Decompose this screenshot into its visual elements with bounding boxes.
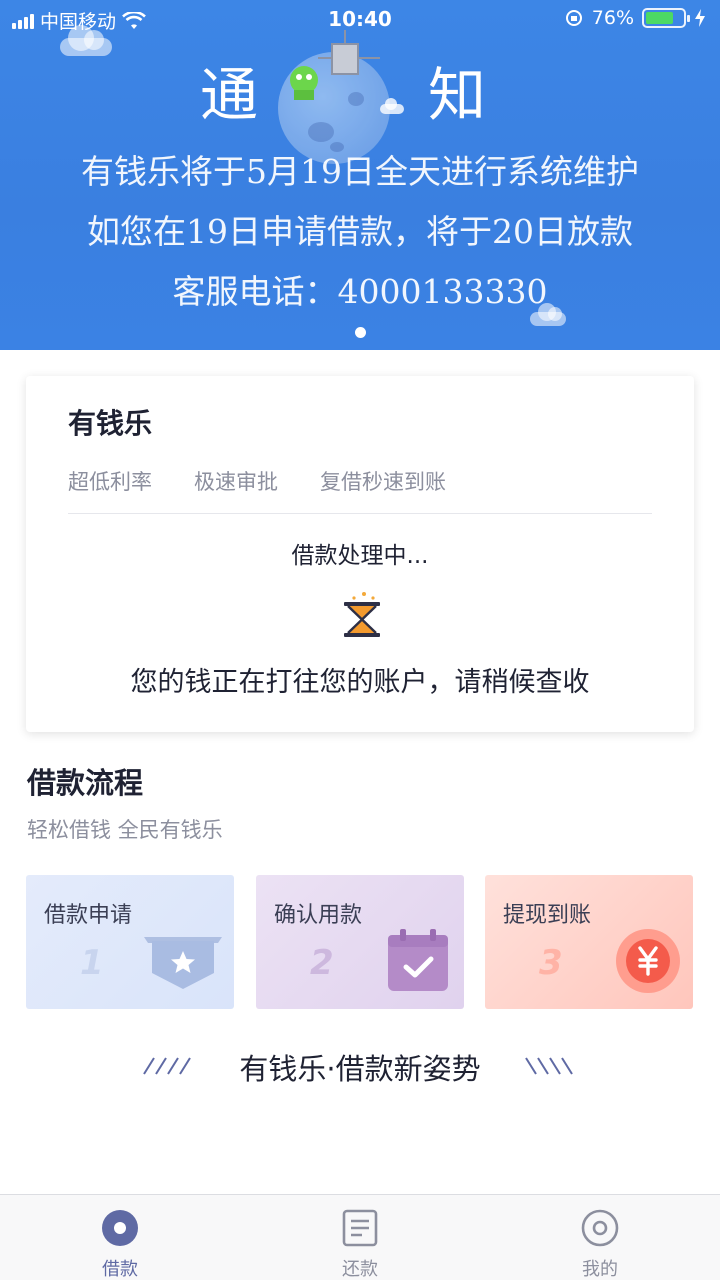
step-number: 2 bbox=[310, 943, 334, 983]
cloud-decoration bbox=[530, 303, 566, 326]
calendar-check-icon bbox=[388, 929, 448, 991]
notice-title-right: 知 bbox=[428, 61, 487, 129]
step-number: 1 bbox=[80, 943, 104, 983]
notice-line-3: 客服电话：4000133330 bbox=[172, 272, 548, 311]
notice-banner[interactable]: 中国移动 10:40 76% 通 知 有钱乐将于5月19日全天进行系统维护 如您… bbox=[0, 0, 720, 350]
step-label: 借款申请 bbox=[44, 903, 133, 928]
process-title: 借款流程 bbox=[27, 766, 144, 800]
notice-title-left: 通 bbox=[200, 61, 259, 129]
profile-icon bbox=[581, 1209, 619, 1247]
divider bbox=[68, 513, 652, 514]
tab-repay[interactable]: 还款 bbox=[240, 1195, 480, 1280]
step-label: 提现到账 bbox=[503, 903, 592, 928]
battery-icon bbox=[642, 8, 690, 28]
tab-loan[interactable]: 借款 bbox=[0, 1195, 240, 1280]
rotation-lock-icon bbox=[565, 10, 582, 26]
status-bar: 中国移动 10:40 76% bbox=[0, 0, 720, 40]
carousel-indicator[interactable] bbox=[355, 327, 366, 338]
badge-star-icon bbox=[144, 937, 222, 989]
tab-label: 我的 bbox=[582, 1259, 618, 1280]
step-withdraw: 提现到账 3 bbox=[485, 875, 693, 1009]
card-title: 有钱乐 bbox=[68, 407, 153, 440]
process-subtitle: 轻松借钱 全民有钱乐 bbox=[27, 818, 223, 842]
tab-label: 还款 bbox=[342, 1259, 378, 1280]
step-label: 确认用款 bbox=[274, 903, 363, 928]
feature-tag: 超低利率 bbox=[68, 470, 152, 494]
feature-tag: 复借秒速到账 bbox=[320, 470, 446, 494]
tab-label: 借款 bbox=[102, 1259, 138, 1280]
loan-status-card: 有钱乐 超低利率 极速审批 复借秒速到账 借款处理中... 您的钱正在打往您的账… bbox=[26, 376, 694, 732]
tab-profile[interactable]: 我的 bbox=[480, 1195, 720, 1280]
repay-document-icon bbox=[342, 1209, 378, 1247]
loan-status-text: 借款处理中... bbox=[291, 543, 429, 569]
slogan: 有钱乐·借款新姿势 bbox=[239, 1052, 481, 1086]
notice-line-2: 如您在19日申请借款，将于20日放款 bbox=[87, 212, 633, 251]
cloud-decoration bbox=[60, 25, 112, 56]
loan-status-description: 您的钱正在打往您的账户，请稍候查收 bbox=[130, 667, 590, 698]
step-apply: 借款申请 1 bbox=[26, 875, 234, 1009]
yen-coin-icon bbox=[616, 929, 680, 993]
loan-icon bbox=[102, 1210, 138, 1246]
step-number: 3 bbox=[539, 943, 563, 983]
robot-illustration bbox=[290, 30, 380, 100]
hourglass-icon bbox=[344, 592, 380, 637]
feature-tag: 极速审批 bbox=[194, 470, 278, 494]
step-confirm: 确认用款 2 bbox=[256, 875, 464, 1009]
feature-tags: 超低利率 极速审批 复借秒速到账 bbox=[68, 466, 446, 496]
battery-percent: 76% bbox=[591, 7, 634, 29]
charging-icon bbox=[695, 9, 705, 27]
notice-line-1: 有钱乐将于5月19日全天进行系统维护 bbox=[81, 152, 639, 191]
tab-bar: 借款 还款 我的 bbox=[0, 1194, 720, 1280]
slash-decoration-right bbox=[525, 1057, 573, 1075]
